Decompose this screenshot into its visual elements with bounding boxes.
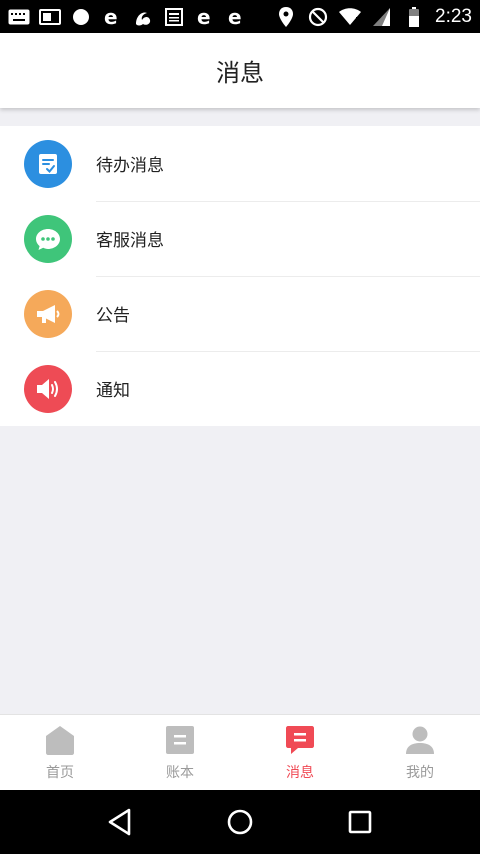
tab-label: 我的 xyxy=(406,765,434,781)
status-bar: e e e 2:23 xyxy=(0,0,480,33)
app-header: 消息 xyxy=(0,33,480,108)
recent-apps-icon[interactable] xyxy=(340,802,380,842)
megaphone-icon xyxy=(24,289,72,338)
speaker-icon xyxy=(24,364,72,413)
bottom-tab-bar: 首页 账本 消息 我的 xyxy=(0,714,480,790)
navigation-bar xyxy=(0,790,480,854)
svg-text:e: e xyxy=(197,7,211,27)
list-item-label: 客服消息 xyxy=(96,231,164,251)
chat-icon xyxy=(24,214,72,263)
tab-home[interactable]: 首页 xyxy=(0,715,120,790)
home-button-icon[interactable] xyxy=(220,802,260,842)
tab-label: 消息 xyxy=(286,765,314,781)
circle-icon xyxy=(70,6,92,28)
ie-browser-icon: e xyxy=(194,6,216,28)
tab-messages[interactable]: 消息 xyxy=(240,715,360,790)
location-icon xyxy=(275,6,297,28)
tab-ledger[interactable]: 账本 xyxy=(120,715,240,790)
wifi-icon xyxy=(339,6,362,28)
tab-label: 首页 xyxy=(46,765,74,781)
notification-icons: e e e xyxy=(8,6,247,28)
profile-icon xyxy=(404,724,436,756)
ledger-icon xyxy=(164,724,196,756)
list-item-customer-service[interactable]: 客服消息 xyxy=(0,201,480,276)
list-item-label: 公告 xyxy=(96,306,130,326)
list-item-label: 通知 xyxy=(96,381,130,401)
keyboard-icon xyxy=(8,6,30,28)
list-item-announcement[interactable]: 公告 xyxy=(0,276,480,351)
list-item-todo[interactable]: 待办消息 xyxy=(0,126,480,201)
do-not-disturb-icon xyxy=(307,6,329,28)
tab-profile[interactable]: 我的 xyxy=(360,715,480,790)
battery-icon xyxy=(403,6,425,28)
ie-browser-icon: e xyxy=(225,6,247,28)
svg-text:e: e xyxy=(228,7,242,27)
message-list: 待办消息 客服消息 公告 通知 xyxy=(0,126,480,426)
list-item-notification[interactable]: 通知 xyxy=(0,351,480,426)
ie-browser-icon: e xyxy=(101,6,123,28)
signal-icon xyxy=(371,6,393,28)
screen-icon xyxy=(39,6,61,28)
uc-browser-icon xyxy=(132,6,154,28)
svg-text:e: e xyxy=(104,7,118,27)
news-icon xyxy=(163,6,185,28)
back-icon[interactable] xyxy=(100,802,140,842)
message-icon xyxy=(284,724,316,756)
home-icon xyxy=(44,724,76,756)
clock: 2:23 xyxy=(435,5,472,27)
page-title: 消息 xyxy=(216,59,264,87)
tab-label: 账本 xyxy=(166,765,194,781)
list-item-label: 待办消息 xyxy=(96,156,164,176)
todo-icon xyxy=(24,139,72,188)
system-icons: 2:23 xyxy=(275,6,472,28)
